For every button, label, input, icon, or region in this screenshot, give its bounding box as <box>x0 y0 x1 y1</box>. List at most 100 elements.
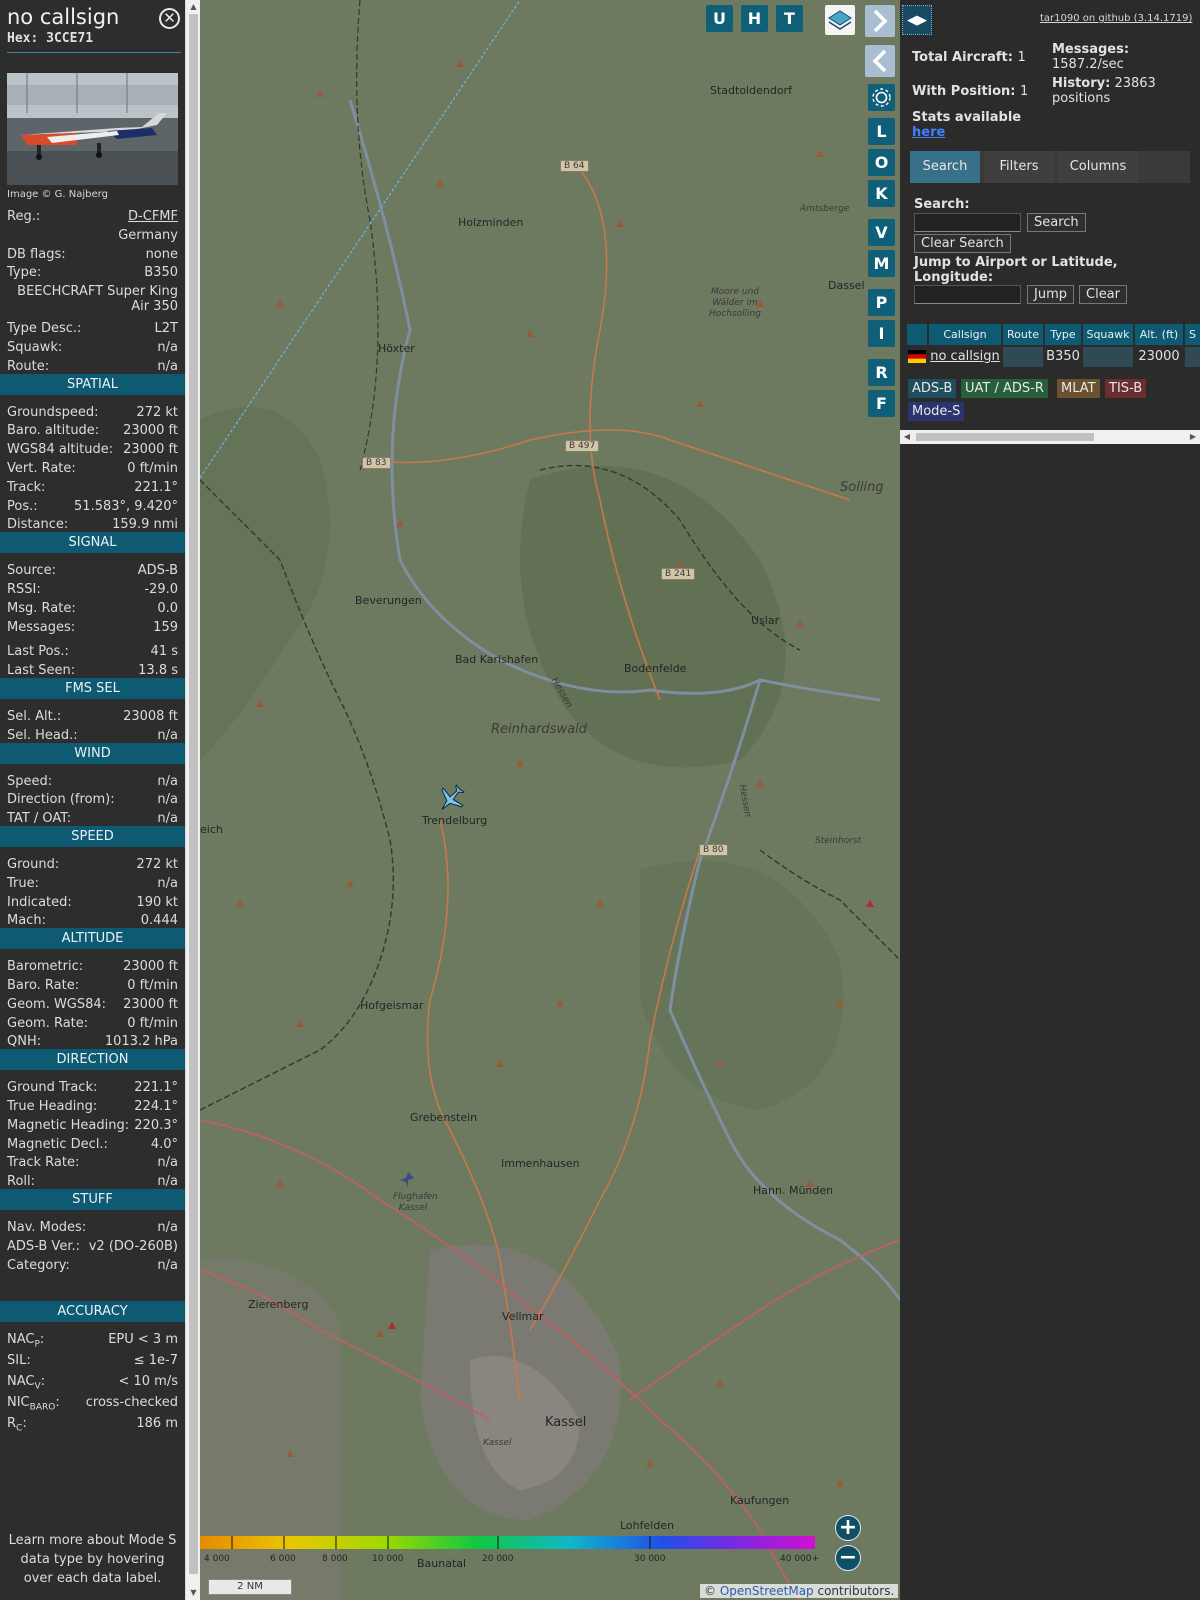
info-row-label[interactable]: Track: <box>7 479 45 497</box>
info-row-label[interactable]: RC: <box>7 1415 27 1438</box>
info-row-label[interactable]: Indicated: <box>7 894 72 912</box>
registration-link[interactable]: D-CFMF <box>128 208 178 226</box>
tab-filters[interactable]: Filters <box>984 151 1054 183</box>
toggle-sidebar-icon[interactable]: ◀▶ <box>902 5 932 35</box>
info-row-label[interactable]: Barometric: <box>7 958 83 976</box>
column-header-speed[interactable]: S <box>1185 324 1200 345</box>
info-row-label[interactable]: WGS84 altitude: <box>7 441 113 459</box>
clear-search-button[interactable]: Clear Search <box>914 234 1011 253</box>
info-row-label[interactable]: NACP: <box>7 1331 44 1354</box>
collapse-sidebar-icon[interactable] <box>865 45 895 77</box>
column-header-squawk[interactable]: Squawk <box>1083 324 1133 345</box>
scroll-down-icon[interactable]: ▼ <box>186 1586 201 1600</box>
info-row-label[interactable]: True Heading: <box>7 1098 97 1116</box>
info-row-label[interactable]: Vert. Rate: <box>7 460 76 478</box>
info-row-label[interactable]: True: <box>7 875 39 893</box>
info-row-label[interactable]: Speed: <box>7 773 52 791</box>
info-row-label[interactable]: Type Desc.: <box>7 320 81 338</box>
info-row-label[interactable]: Magnetic Heading: <box>7 1117 129 1135</box>
scroll-left-icon[interactable]: ◀ <box>900 430 914 444</box>
search-input[interactable] <box>914 213 1021 232</box>
info-row-label[interactable]: Ground: <box>7 856 59 874</box>
info-row-label[interactable]: NACV: <box>7 1373 45 1396</box>
info-row-label[interactable]: Nav. Modes: <box>7 1219 86 1237</box>
info-row-label[interactable]: Baro. Rate: <box>7 977 79 995</box>
attribution-link[interactable]: OpenStreetMap <box>720 1584 814 1598</box>
scrollbar-thumb[interactable] <box>916 433 1094 441</box>
info-row-label[interactable]: Ground Track: <box>7 1079 97 1097</box>
info-row-label[interactable]: NICBARO: <box>7 1394 60 1417</box>
map-view[interactable]: Stadtoldendorf Holzminden Amtsberge Dass… <box>200 0 900 1600</box>
info-row-label[interactable]: SIL: <box>7 1352 31 1370</box>
map-button-o[interactable]: O <box>868 149 895 176</box>
info-row-label[interactable]: Reg.: <box>7 208 40 226</box>
map-button-l[interactable]: L <box>868 118 895 145</box>
legend-tag-tisb[interactable]: TIS-B <box>1105 379 1147 398</box>
info-row-value: 186 m <box>136 1415 178 1431</box>
zoom-in-icon[interactable]: + <box>835 1515 861 1541</box>
map-button-f[interactable]: F <box>868 390 895 417</box>
info-row-label[interactable]: Geom. WGS84: <box>7 996 106 1014</box>
info-row-label[interactable]: Track Rate: <box>7 1154 79 1172</box>
jump-button[interactable]: Jump <box>1027 285 1074 304</box>
info-row-label[interactable]: Sel. Alt.: <box>7 708 61 726</box>
column-header-route[interactable]: Route <box>1003 324 1043 345</box>
info-row-label[interactable]: Msg. Rate: <box>7 600 76 618</box>
layers-icon[interactable] <box>825 5 855 35</box>
info-row-value: 4.0° <box>150 1136 178 1152</box>
info-row-label[interactable]: ADS-B Ver.: <box>7 1238 80 1256</box>
jump-input[interactable] <box>914 285 1021 304</box>
settings-gear-icon[interactable] <box>868 84 895 111</box>
scroll-right-icon[interactable]: ▶ <box>1186 430 1200 444</box>
column-header-type[interactable]: Type <box>1045 324 1081 345</box>
map-button-i[interactable]: I <box>868 320 895 347</box>
info-row-label[interactable]: Last Pos.: <box>7 643 69 661</box>
info-row-label[interactable]: RSSI: <box>7 581 41 599</box>
info-row-label[interactable]: Messages: <box>7 619 75 637</box>
info-row-label[interactable]: Source: <box>7 562 56 580</box>
info-row: Category: n/a <box>7 1257 178 1275</box>
column-header-altitude[interactable]: Alt. (ft) <box>1135 324 1183 345</box>
github-link[interactable]: tar1090 on github (3.14.1719) <box>1040 13 1192 24</box>
info-row-label[interactable]: Groundspeed: <box>7 404 98 422</box>
table-horizontal-scrollbar[interactable]: ◀ ▶ <box>900 430 1200 444</box>
map-button-v[interactable]: V <box>868 219 895 246</box>
row-callsign[interactable]: no callsign <box>929 347 1001 367</box>
info-row-label[interactable]: Baro. altitude: <box>7 422 99 440</box>
close-icon[interactable]: ✕ <box>159 8 180 29</box>
legend-tag-mlat[interactable]: MLAT <box>1057 379 1100 398</box>
info-panel-scrollbar[interactable]: ▲ ▼ <box>185 0 200 1600</box>
info-row-label[interactable]: Type: <box>7 264 41 282</box>
map-button-k[interactable]: K <box>868 180 895 207</box>
info-row-label[interactable]: Geom. Rate: <box>7 1015 88 1033</box>
info-row-label[interactable]: DB flags: <box>7 246 66 264</box>
scrollbar-thumb[interactable] <box>189 14 198 1574</box>
map-button-h[interactable]: H <box>741 5 768 32</box>
map-button-r[interactable]: R <box>868 359 895 386</box>
clear-jump-button[interactable]: Clear <box>1079 285 1127 304</box>
map-button-p[interactable]: P <box>868 289 895 316</box>
map-button-m[interactable]: M <box>868 250 895 277</box>
map-button-t[interactable]: T <box>776 5 803 32</box>
scroll-up-icon[interactable]: ▲ <box>186 0 201 14</box>
info-row-label[interactable]: Category: <box>7 1257 70 1275</box>
info-row: ADS-B Ver.: v2 (DO-260B) <box>7 1238 178 1256</box>
tab-search[interactable]: Search <box>910 151 980 183</box>
info-row-label[interactable]: Magnetic Decl.: <box>7 1136 108 1154</box>
legend-tag-uat[interactable]: UAT / ADS-R <box>961 379 1048 398</box>
expand-sidebar-icon[interactable] <box>865 5 895 37</box>
info-row-label[interactable]: Pos.: <box>7 498 38 516</box>
aircraft-photo[interactable] <box>7 73 178 185</box>
stats-link[interactable]: here <box>912 125 945 140</box>
search-button[interactable]: Search <box>1027 213 1086 232</box>
column-header-flag[interactable] <box>907 324 927 345</box>
info-row-label[interactable]: Direction (from): <box>7 791 115 809</box>
zoom-out-icon[interactable]: − <box>835 1545 861 1571</box>
tab-columns[interactable]: Columns <box>1058 151 1138 183</box>
legend-tag-modes[interactable]: Mode-S <box>908 402 965 421</box>
column-header-callsign[interactable]: Callsign <box>929 324 1001 345</box>
map-button-u[interactable]: U <box>706 5 733 32</box>
info-row-label[interactable]: Squawk: <box>7 339 62 357</box>
aircraft-marker-icon[interactable] <box>435 783 467 815</box>
legend-tag-adsb[interactable]: ADS-B <box>908 379 957 398</box>
